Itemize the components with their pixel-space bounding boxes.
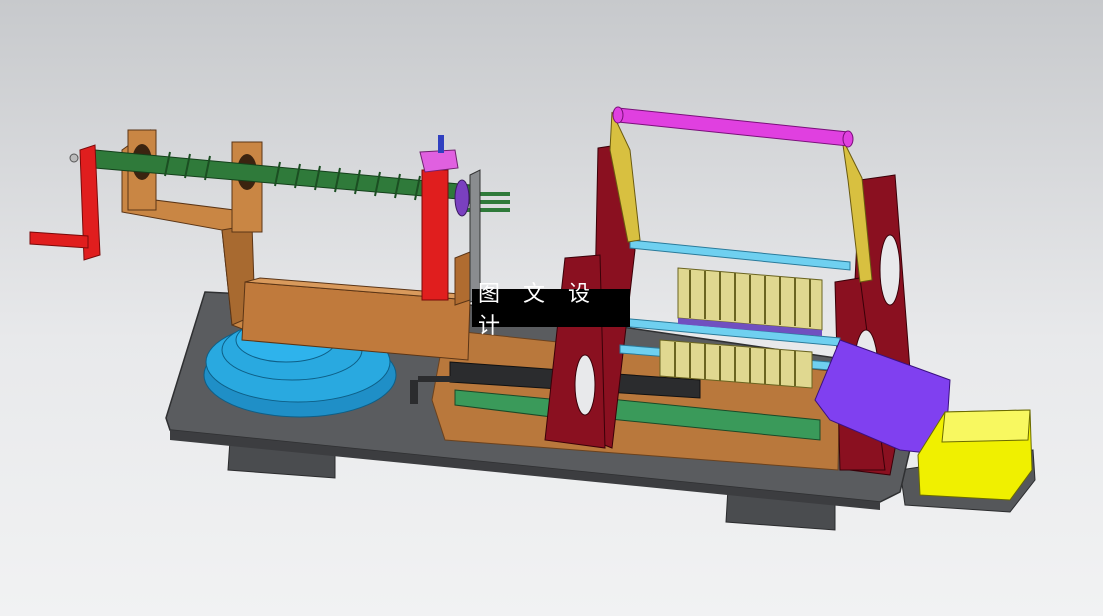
watermark-label: 图 文 设 计: [472, 282, 630, 339]
vertical-post: [419, 135, 481, 303]
crank-handle: [29, 144, 101, 261]
cad-model-viewport: 图 文 设 计: [0, 0, 1103, 616]
